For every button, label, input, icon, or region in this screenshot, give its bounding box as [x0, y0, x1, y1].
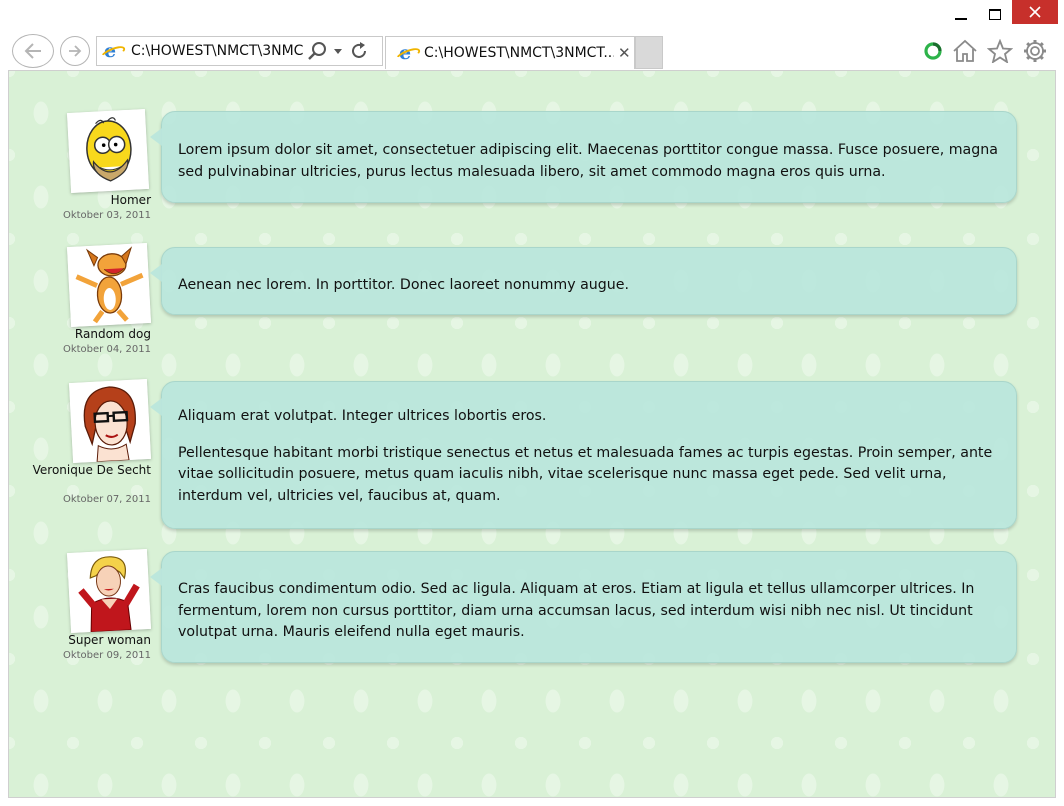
browser-chrome: e C:\HOWEST\NMCT\3NMC e C:\HOWEST\NMCT\3…: [0, 0, 1064, 70]
message-author: Random dog Oktober 04, 2011: [9, 241, 152, 355]
post-date: Oktober 04, 2011: [62, 344, 151, 355]
veronique-avatar-image: [68, 379, 152, 463]
browser-tab[interactable]: e C:\HOWEST\NMCT\3NMCT... ✕: [385, 36, 635, 69]
back-button[interactable]: [12, 34, 54, 68]
post-date: Oktober 03, 2011: [62, 210, 151, 221]
homer-avatar-image: [66, 109, 150, 193]
back-icon: [24, 43, 41, 59]
dog-avatar: [66, 242, 152, 328]
homer-avatar: [66, 109, 150, 193]
close-window-button[interactable]: [1012, 0, 1058, 24]
favorites-star-icon[interactable]: [987, 39, 1013, 63]
address-url[interactable]: C:\HOWEST\NMCT\3NMC: [131, 43, 303, 59]
minimize-button[interactable]: [944, 0, 978, 28]
superwoman-avatar: [66, 548, 152, 634]
author-name: Super woman: [68, 633, 151, 647]
address-bar[interactable]: e C:\HOWEST\NMCT\3NMC: [96, 36, 383, 66]
forward-button[interactable]: [60, 36, 90, 66]
message-text: Lorem ipsum dolor sit amet, consectetuer…: [178, 142, 998, 180]
search-icon[interactable]: [307, 41, 327, 61]
window-bottom-border: [0, 798, 1064, 806]
tab-ie-logo-icon: e: [392, 43, 418, 63]
window-controls: [944, 0, 1064, 30]
message-bubble: Aliquam erat volutpat. Integer ultrices …: [150, 381, 1017, 529]
new-tab-button[interactable]: [635, 36, 663, 69]
settings-gear-icon[interactable]: [1022, 38, 1048, 64]
message-author: Veronique De Secht Oktober 07, 2011: [9, 377, 152, 537]
close-tab-icon[interactable]: ✕: [618, 44, 631, 62]
message-item: Veronique De Secht Oktober 07, 2011 Aliq…: [9, 377, 1049, 537]
message-text: Pellentesque habitant morbi tristique se…: [178, 444, 993, 504]
superwoman-avatar-image: [66, 548, 152, 634]
forward-icon: [69, 45, 82, 57]
minimize-icon: [955, 18, 967, 20]
message-text: Aenean nec lorem. In porttitor. Donec la…: [178, 277, 630, 293]
message-bubble: Aenean nec lorem. In porttitor. Donec la…: [150, 247, 1017, 315]
message-text: Aliquam erat volutpat. Integer ultrices …: [178, 408, 547, 424]
maximize-icon: [989, 8, 1001, 20]
dropdown-icon[interactable]: [333, 47, 343, 55]
message-item: Super woman Oktober 09, 2011 Cras faucib…: [9, 547, 1049, 667]
extension-ring-icon[interactable]: [923, 41, 943, 61]
close-icon: [1029, 6, 1041, 18]
message-bubble: Lorem ipsum dolor sit amet, consectetuer…: [150, 111, 1017, 203]
veronique-avatar: [68, 379, 152, 463]
post-date: Oktober 09, 2011: [62, 650, 151, 661]
author-name: Veronique De Secht: [32, 463, 151, 477]
message-item: Random dog Oktober 04, 2011 Aenean nec l…: [9, 241, 1049, 355]
message-author: Super woman Oktober 09, 2011: [9, 547, 152, 667]
page-viewport: Homer Oktober 03, 2011 Lorem ipsum dolor…: [8, 70, 1056, 798]
author-name: Homer: [110, 193, 151, 207]
post-date: Oktober 07, 2011: [62, 494, 151, 505]
dog-avatar-image: [66, 242, 152, 328]
home-icon[interactable]: [952, 39, 978, 63]
message-author: Homer Oktober 03, 2011: [9, 107, 151, 221]
toolbar-right: [923, 38, 1048, 64]
ie-logo-icon: e: [97, 41, 123, 61]
maximize-button[interactable]: [978, 0, 1012, 28]
message-bubble: Cras faucibus condimentum odio. Sed ac l…: [150, 551, 1017, 663]
tab-title: C:\HOWEST\NMCT\3NMCT...: [424, 45, 614, 61]
message-item: Homer Oktober 03, 2011 Lorem ipsum dolor…: [9, 107, 1049, 221]
message-text: Cras faucibus condimentum odio. Sed ac l…: [178, 581, 975, 640]
author-name: Random dog: [74, 327, 151, 341]
refresh-icon[interactable]: [349, 41, 369, 61]
